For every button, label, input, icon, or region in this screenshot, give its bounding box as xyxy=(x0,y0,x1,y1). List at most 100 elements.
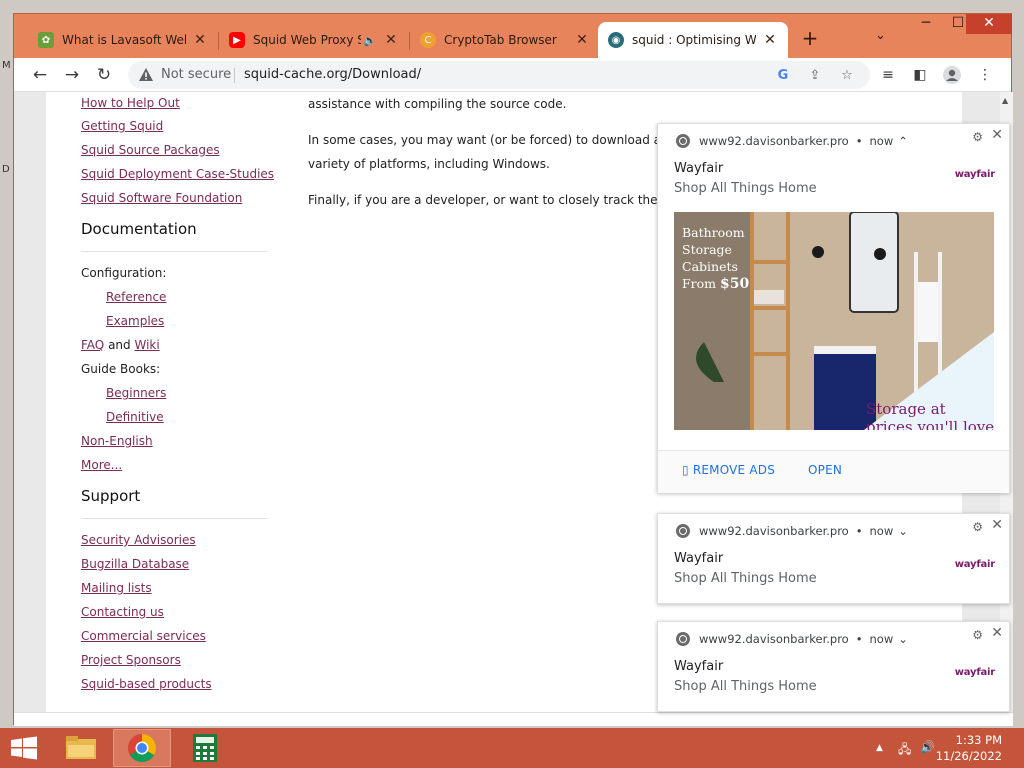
ad-headline: Bathroom Storage Cabinets From $50 xyxy=(682,225,750,292)
notification-body: Shop All Things Home xyxy=(674,679,817,694)
google-lens-icon[interactable]: G xyxy=(774,66,792,84)
and-text: and xyxy=(108,338,131,352)
notification-time: now xyxy=(869,632,894,646)
nav-link-squid-based-products[interactable]: Squid-based products xyxy=(81,672,267,696)
scroll-up-icon[interactable]: ▲ xyxy=(1002,96,1008,105)
system-clock[interactable]: 1:33 PM 11/26/2022 xyxy=(936,732,1002,764)
notification-collapsed[interactable]: www92.davisonbarker.pro • now ⌄ ⚙ ✕ Wayf… xyxy=(657,621,1010,712)
notification-body: Shop All Things Home xyxy=(674,181,817,196)
nav-link-help-out[interactable]: How to Help Out xyxy=(81,92,267,114)
documentation-heading: Documentation xyxy=(81,214,267,252)
chrome-icon xyxy=(676,632,690,646)
close-icon[interactable]: ✕ xyxy=(991,127,1003,143)
notification-time: now xyxy=(869,524,894,538)
open-button[interactable]: OPEN xyxy=(808,463,842,477)
nav-link-contacting-us[interactable]: Contacting us xyxy=(81,600,267,624)
content-paragraph: In some cases, you may want (or be force… xyxy=(308,128,703,176)
speaker-icon[interactable]: 🔈 xyxy=(363,34,377,47)
nav-link-wiki[interactable]: Wiki xyxy=(134,338,159,352)
support-heading: Support xyxy=(81,481,267,519)
file-explorer-taskbar-button[interactable] xyxy=(52,729,110,767)
notification-header: www92.davisonbarker.pro • now ⌄ xyxy=(676,524,908,538)
tab-close-icon[interactable]: ✕ xyxy=(192,32,208,48)
nav-link-security-advisories[interactable]: Security Advisories xyxy=(81,528,267,552)
ad-image[interactable]: Bathroom Storage Cabinets From $50 Stora… xyxy=(674,212,994,430)
share-icon[interactable]: ⇪ xyxy=(806,66,824,84)
clock-time: 1:33 PM xyxy=(955,733,1002,747)
profile-avatar-icon[interactable] xyxy=(942,65,962,85)
nav-link-source-packages[interactable]: Squid Source Packages xyxy=(81,138,267,162)
close-icon[interactable]: ✕ xyxy=(991,517,1003,533)
nav-link-project-sponsors[interactable]: Project Sponsors xyxy=(81,648,267,672)
nav-link-beginners[interactable]: Beginners xyxy=(81,381,267,405)
settings-gear-icon[interactable]: ⚙ xyxy=(972,130,983,144)
remove-ads-button[interactable]: ▯ REMOVE ADS xyxy=(682,463,775,477)
nav-link-getting-squid[interactable]: Getting Squid xyxy=(81,114,267,138)
volume-icon[interactable]: 🔊 xyxy=(920,740,935,754)
nav-link-more[interactable]: More... xyxy=(81,453,267,477)
settings-gear-icon[interactable]: ⚙ xyxy=(972,628,983,642)
minimize-button[interactable]: ─ xyxy=(906,14,946,34)
windows-start-icon[interactable] xyxy=(10,736,38,760)
notification-body: Shop All Things Home xyxy=(674,571,817,586)
cryptotab-icon: C xyxy=(420,32,436,48)
bottom-scrollbar[interactable] xyxy=(14,712,1013,726)
chevron-down-icon[interactable]: ⌄ xyxy=(898,632,908,646)
network-icon[interactable]: 🖧 xyxy=(898,740,911,761)
notification-header: www92.davisonbarker.pro • now ⌃ xyxy=(676,134,908,148)
tab-search-icon[interactable]: ⌄ xyxy=(875,28,886,43)
main-content: assistance with compiling the source cod… xyxy=(308,92,703,224)
nav-link-non-english[interactable]: Non-English xyxy=(81,429,267,453)
tab-close-icon[interactable]: ✕ xyxy=(762,32,778,48)
side-panel-icon[interactable]: ◧ xyxy=(910,65,930,85)
wayfair-logo: wayfair xyxy=(954,667,995,678)
bookmark-star-icon[interactable]: ☆ xyxy=(838,66,856,84)
nav-link-case-studies[interactable]: Squid Deployment Case-Studies xyxy=(81,162,274,186)
menu-kebab-icon[interactable]: ⋮ xyxy=(975,65,995,85)
tab-title: What is Lavasoft Web C xyxy=(62,33,186,47)
tray-expand-icon[interactable]: ▲ xyxy=(876,743,883,753)
nav-link-mailing-lists[interactable]: Mailing lists xyxy=(81,576,267,600)
nav-link-definitive[interactable]: Definitive xyxy=(81,405,267,429)
security-label[interactable]: Not secure xyxy=(161,67,231,82)
nav-link-faq[interactable]: FAQ xyxy=(81,338,104,352)
address-bar[interactable]: Not secure squid-cache.org/Download/ G ⇪… xyxy=(128,61,870,89)
nav-link-bugzilla[interactable]: Bugzilla Database xyxy=(81,552,267,576)
nav-link-examples[interactable]: Examples xyxy=(81,309,267,333)
tab-close-icon[interactable]: ✕ xyxy=(574,32,590,48)
browser-toolbar: ← → ↻ Not secure squid-cache.org/Downloa… xyxy=(14,58,1011,92)
tab-lavasoft[interactable]: ✿ What is Lavasoft Web C ✕ xyxy=(28,22,218,58)
configuration-label: Configuration: xyxy=(81,266,167,280)
media-controls-icon[interactable]: ≡ xyxy=(878,65,898,85)
nav-link-software-foundation[interactable]: Squid Software Foundation xyxy=(81,186,267,210)
clock-date: 11/26/2022 xyxy=(935,749,1002,763)
close-window-button[interactable]: ✕ xyxy=(966,14,1012,34)
nav-link-commercial-services[interactable]: Commercial services xyxy=(81,624,267,648)
notification-expanded[interactable]: www92.davisonbarker.pro • now ⌃ ⚙ ✕ Wayf… xyxy=(657,123,1010,493)
guide-books-label: Guide Books: xyxy=(81,362,161,376)
warning-icon[interactable] xyxy=(138,67,154,83)
tab-title: CryptoTab Browser xyxy=(444,33,557,47)
notification-origin: www92.davisonbarker.pro xyxy=(699,524,849,538)
calculator-taskbar-button[interactable] xyxy=(176,729,234,767)
tab-close-icon[interactable]: ✕ xyxy=(383,32,399,48)
tab-youtube-squid[interactable]: ▶ Squid Web Proxy Se 🔈 ✕ xyxy=(219,22,409,58)
notification-actions: ▯ REMOVE ADS OPEN xyxy=(658,450,1009,493)
chrome-taskbar-button[interactable] xyxy=(113,729,171,767)
forward-button[interactable]: → xyxy=(60,63,84,87)
chevron-down-icon[interactable]: ⌄ xyxy=(898,524,908,538)
calculator-icon xyxy=(193,734,217,762)
nav-link-reference[interactable]: Reference xyxy=(81,285,267,309)
chevron-up-icon[interactable]: ⌃ xyxy=(898,134,908,148)
notification-collapsed[interactable]: www92.davisonbarker.pro • now ⌄ ⚙ ✕ Wayf… xyxy=(657,513,1010,604)
reload-button[interactable]: ↻ xyxy=(92,63,116,87)
taskbar: ▲ 🖧 🔊 1:33 PM 11/26/2022 xyxy=(0,728,1024,768)
back-button[interactable]: ← xyxy=(28,63,52,87)
tab-cryptotab[interactable]: C CryptoTab Browser ✕ xyxy=(410,22,600,58)
new-tab-button[interactable]: + xyxy=(796,26,824,50)
close-icon[interactable]: ✕ xyxy=(991,625,1003,641)
url-text[interactable]: squid-cache.org/Download/ xyxy=(244,67,421,82)
settings-gear-icon[interactable]: ⚙ xyxy=(972,520,983,534)
tab-title: squid : Optimising Web xyxy=(632,33,756,47)
tab-squid-active[interactable]: ◉ squid : Optimising Web ✕ xyxy=(598,22,788,58)
